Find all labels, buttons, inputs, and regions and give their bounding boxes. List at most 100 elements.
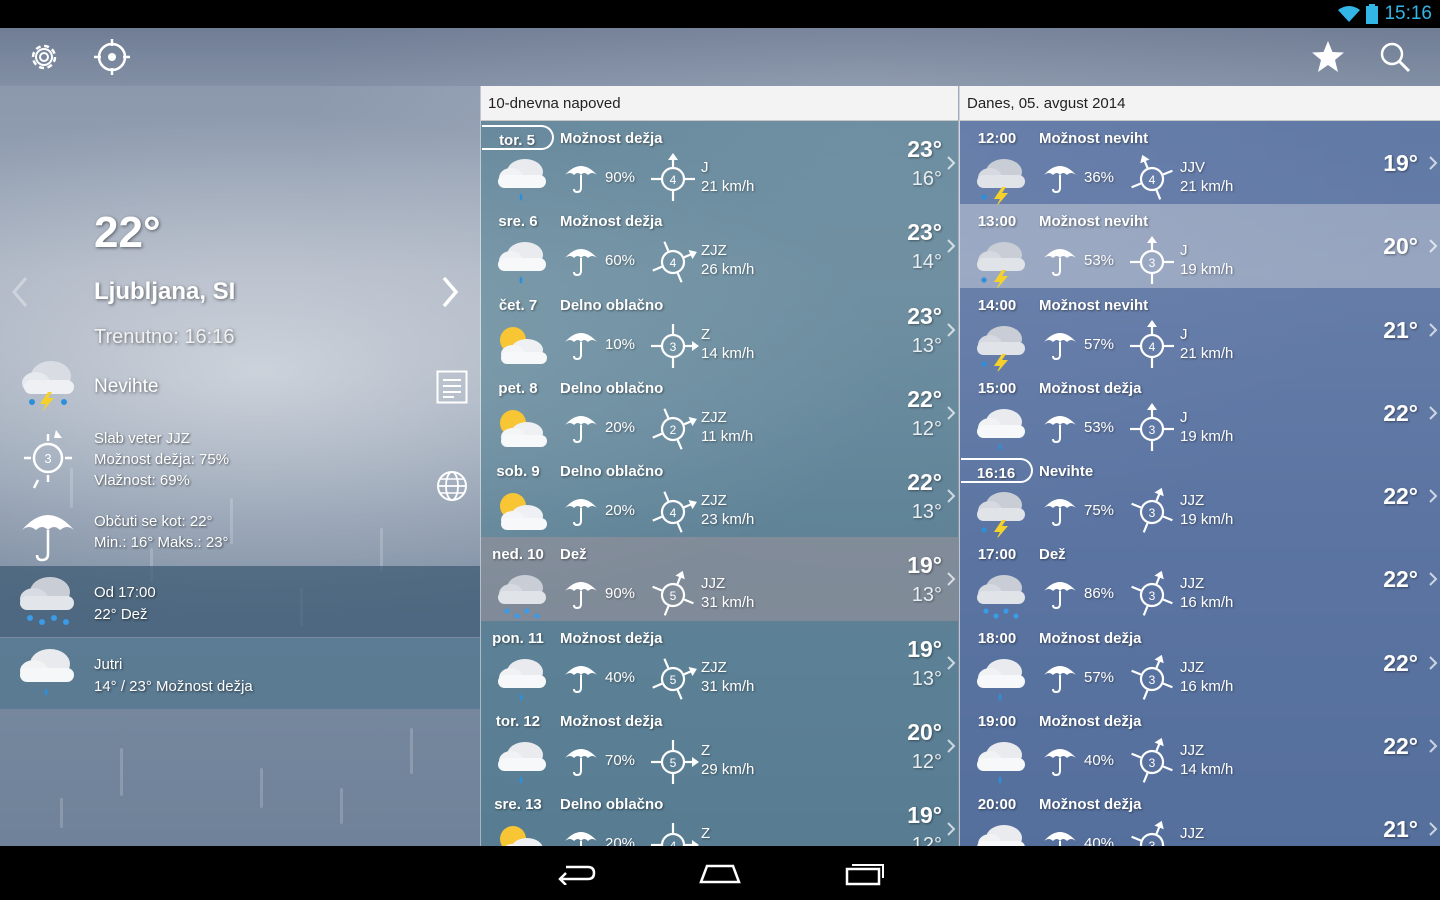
wind-speed: 21 km/h — [1180, 344, 1234, 362]
previous-location-arrow-icon[interactable] — [8, 274, 32, 310]
weather-icon-wrap — [972, 821, 1030, 846]
favorite-button[interactable] — [1308, 37, 1348, 77]
action-bar — [0, 28, 1440, 86]
hour-label: 15:00 — [977, 379, 1017, 397]
rain-chance: 57% — [1084, 335, 1115, 353]
rain-chance: 10% — [605, 335, 636, 353]
umbrella-icon — [1044, 415, 1076, 443]
wind-info: J 21 km/h — [1180, 325, 1233, 363]
wind-compass-icon: 5 — [652, 658, 697, 700]
daily-forecast-row[interactable]: pon. 11 Možnost dežja 40% 5 ZJZ 31 km/h … — [481, 620, 958, 705]
search-button[interactable] — [1375, 37, 1415, 77]
wind-beaufort-number: 4 — [670, 173, 677, 187]
hourly-forecast-list[interactable]: Danes, 05. avgust 2014 12:00 Možnost nev… — [959, 86, 1440, 846]
wind-direction: JJZ — [1180, 742, 1205, 760]
hourly-forecast-row[interactable]: 19:00 Možnost dežja 40% 3 JJZ 14 km/h 22… — [960, 704, 1440, 788]
next-forecast-band[interactable]: Od 17:00 22° Dež — [0, 566, 480, 637]
chevron-right-icon — [947, 572, 956, 587]
star-icon — [1312, 41, 1344, 72]
day-label: sre. 13 — [494, 796, 542, 814]
rain-chance: 20% — [605, 418, 636, 436]
umbrella-icon — [565, 166, 597, 193]
weather-icon-wrap — [493, 405, 551, 458]
daily-forecast-row[interactable]: čet. 7 Delno oblačno 10% 3 Z 14 km/h 23°… — [481, 287, 958, 371]
weather-icon-wrap — [493, 821, 551, 846]
rain-chance: 20% — [605, 502, 636, 520]
globe-icon[interactable] — [436, 470, 468, 502]
condition-label: Možnost dežja — [560, 629, 663, 647]
rain-chance: 70% — [605, 752, 636, 770]
temperature: 20° — [1383, 233, 1418, 260]
locate-button[interactable] — [92, 37, 132, 77]
hourly-forecast-row[interactable]: 18:00 Možnost dežja 57% 3 JJZ 16 km/h 22… — [960, 620, 1440, 705]
wind-beaufort-number: 4 — [670, 839, 677, 846]
back-button[interactable] — [546, 856, 606, 890]
partly-cloudy-icon — [500, 493, 547, 531]
hourly-forecast-row[interactable]: 12:00 Možnost neviht 36% 4 JJV 21 km/h 1… — [960, 121, 1440, 207]
temperature: 22° — [1383, 566, 1418, 593]
umbrella-icon — [565, 832, 597, 846]
search-icon — [1380, 42, 1411, 73]
condition-label: Možnost dežja — [560, 713, 663, 731]
umbrella-icon — [565, 665, 597, 693]
wind-direction: JJV — [1180, 159, 1206, 176]
feels-like-minmax: Občuti se kot: 22° Min.: 16° Maks.: 23° — [94, 511, 229, 553]
condition-label: Nevihte — [1039, 463, 1094, 481]
hourly-forecast-row[interactable]: 15:00 Možnost dežja 53% 3 J 19 km/h 22° — [960, 370, 1440, 455]
wind-compass-icon: 4 — [651, 153, 695, 201]
daily-forecast-row[interactable]: sre. 6 Možnost dežja 60% 4 ZJZ 26 km/h 2… — [481, 204, 958, 288]
wind-direction: ZJZ — [701, 242, 727, 260]
wind-beaufort-number: 2 — [670, 423, 677, 437]
hourly-forecast-row[interactable]: 14:00 Možnost neviht 57% 4 J 21 km/h 21° — [960, 287, 1440, 374]
umbrella-icon — [1044, 582, 1076, 610]
umbrella-icon — [565, 749, 597, 777]
daily-forecast-row[interactable]: sre. 13 Delno oblačno 20% 4 Z 19° 12° — [481, 787, 958, 846]
daily-forecast-row[interactable]: tor. 5 Možnost dežja 90% 4 J 21 km/h 23°… — [481, 121, 958, 205]
wind-compass-icon: 5 — [652, 571, 694, 617]
wind-speed: 14 km/h — [701, 344, 755, 362]
wind-compass-icon: 4 — [1131, 154, 1173, 200]
weather-icon-wrap — [493, 322, 551, 375]
daily-forecast-row[interactable]: sob. 9 Delno oblačno 20% 4 ZJZ 23 km/h 2… — [481, 454, 958, 538]
rain-cloud-icon — [498, 242, 546, 285]
condition-label: Možnost neviht — [1039, 130, 1149, 147]
wind-direction: Z — [701, 825, 711, 843]
day-label: sre. 6 — [498, 213, 538, 231]
home-button[interactable] — [690, 856, 750, 890]
daily-forecast-row[interactable]: tor. 12 Možnost dežja 70% 5 Z 29 km/h 20… — [481, 704, 958, 788]
wind-info: ZJZ 11 km/h — [701, 408, 753, 446]
wind-compass-icon: 3 — [1130, 402, 1174, 451]
wind-speed: 19 km/h — [1180, 511, 1234, 529]
chevron-right-icon — [1429, 572, 1438, 587]
wind-beaufort-number: 3 — [44, 451, 51, 466]
wind-speed: 21 km/h — [1180, 178, 1234, 195]
heavy-rain-icon — [977, 575, 1025, 620]
rain-cloud-icon — [498, 159, 546, 201]
ten-day-forecast-list[interactable]: 10-dnevna napoved tor. 5 Možnost dežja 9… — [480, 86, 958, 846]
rain-chance: 90% — [605, 169, 636, 186]
condition-label: Dež — [560, 546, 587, 564]
condition-label: Možnost dežja — [1039, 629, 1142, 647]
wind-speed: 19 km/h — [1180, 261, 1234, 279]
rain-cloud-icon — [498, 742, 546, 785]
temp-low: 12° — [911, 417, 942, 440]
wind-direction: ZJZ — [701, 492, 727, 510]
daily-forecast-row[interactable]: ned. 10 Dež 90% 5 JJZ 31 km/h 19° 13° — [481, 537, 958, 621]
details-icon[interactable] — [436, 370, 468, 404]
daily-forecast-row[interactable]: pet. 8 Delno oblačno 20% 2 ZJZ 11 km/h 2… — [481, 370, 958, 455]
temperature: 19° — [1383, 150, 1418, 176]
tomorrow-forecast-band[interactable]: Jutri 14° / 23° Možnost dežja — [0, 638, 480, 709]
recent-apps-button[interactable] — [835, 856, 895, 890]
hour-label: 17:00 — [977, 546, 1017, 564]
hourly-forecast-row[interactable]: 20:00 Možnost dežja 40% 3 JJZ 21° — [960, 787, 1440, 846]
hourly-forecast-row[interactable]: 13:00 Možnost neviht 53% 3 J 19 km/h 20° — [960, 204, 1440, 291]
wind-info: J 19 km/h — [1180, 408, 1233, 446]
wind-beaufort-number: 3 — [1149, 423, 1156, 437]
hourly-forecast-row[interactable]: 16:16 Nevihte 75% 3 JJZ 19 km/h 22° — [960, 454, 1440, 541]
settings-button[interactable] — [24, 37, 64, 77]
hourly-header: Danes, 05. avgust 2014 — [960, 86, 1440, 121]
location-name[interactable]: Ljubljana, SI — [94, 278, 235, 306]
hourly-forecast-row[interactable]: 17:00 Dež 86% 3 JJZ 16 km/h 22° — [960, 537, 1440, 621]
next-location-arrow-icon[interactable] — [438, 274, 462, 310]
thunder-cloud-icon — [977, 492, 1025, 541]
